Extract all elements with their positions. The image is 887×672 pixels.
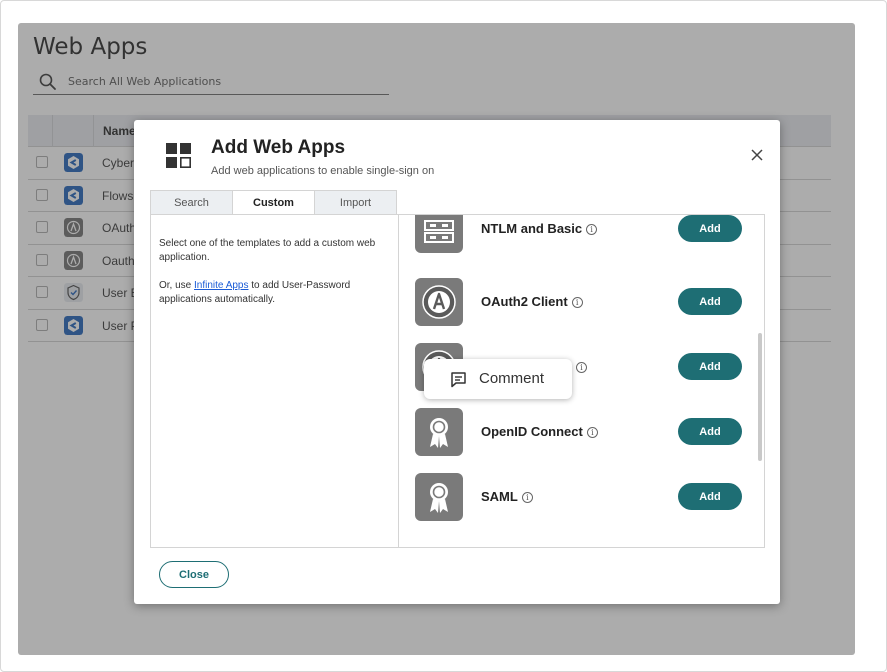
comment-label: Comment (479, 370, 545, 387)
template-icon (415, 278, 463, 326)
ribbon-icon (430, 483, 448, 513)
template-item: OpenID Connect i Add (415, 408, 755, 458)
template-name: NTLM and Basic i (481, 221, 598, 236)
add-template-button[interactable]: Add (678, 418, 742, 445)
add-template-button[interactable]: Add (678, 483, 742, 510)
instructions-infinite-apps: Or, use Infinite Apps to add User-Passwo… (159, 279, 389, 307)
ribbon-icon (430, 418, 448, 448)
template-name-text: NTLM and Basic (481, 221, 583, 236)
comment-icon (451, 372, 466, 388)
info-icon[interactable]: i (576, 362, 588, 373)
template-name-text: OAuth2 Client (481, 294, 568, 309)
add-template-button[interactable]: Add (678, 288, 742, 315)
infinite-apps-link[interactable]: Infinite Apps (194, 280, 248, 291)
add-template-button[interactable]: Add (678, 353, 742, 380)
template-name: OAuth2 Client i (481, 294, 583, 309)
dialog-subtitle: Add web applications to enable single-si… (211, 165, 435, 177)
info-icon[interactable]: i (521, 492, 533, 503)
info-icon[interactable]: i (586, 427, 598, 438)
oauth-icon (422, 285, 456, 319)
template-icon (415, 473, 463, 521)
template-name: OpenID Connect i (481, 424, 598, 439)
instructions-column: Select one of the templates to add a cus… (151, 215, 399, 547)
close-icon[interactable] (746, 144, 768, 166)
template-item: OAuth2 Client i Add (415, 278, 755, 328)
add-template-button[interactable]: Add (678, 215, 742, 242)
apps-grid-icon (166, 143, 191, 168)
template-item: NTLM and Basic i Add (415, 215, 755, 255)
close-button[interactable]: Close (159, 561, 229, 588)
template-list-scrollbar[interactable] (758, 333, 762, 461)
server-icon (424, 220, 454, 243)
template-icon (415, 408, 463, 456)
template-icon (415, 215, 463, 253)
tab-import[interactable]: Import (314, 190, 397, 215)
template-name-text: SAML (481, 489, 518, 504)
comment-popover[interactable]: Comment (424, 359, 572, 399)
instructions-text: Select one of the templates to add a cus… (159, 238, 376, 263)
tab-search[interactable]: Search (150, 190, 233, 215)
dialog-title: Add Web Apps (211, 137, 346, 158)
template-name-text: OpenID Connect (481, 424, 583, 439)
instructions-prefix: Or, use (159, 280, 195, 291)
template-item: SAML i Add (415, 473, 755, 523)
tab-custom[interactable]: Custom (232, 190, 315, 215)
info-icon[interactable]: i (586, 224, 598, 235)
template-name: SAML i (481, 489, 533, 504)
info-icon[interactable]: i (571, 297, 583, 308)
